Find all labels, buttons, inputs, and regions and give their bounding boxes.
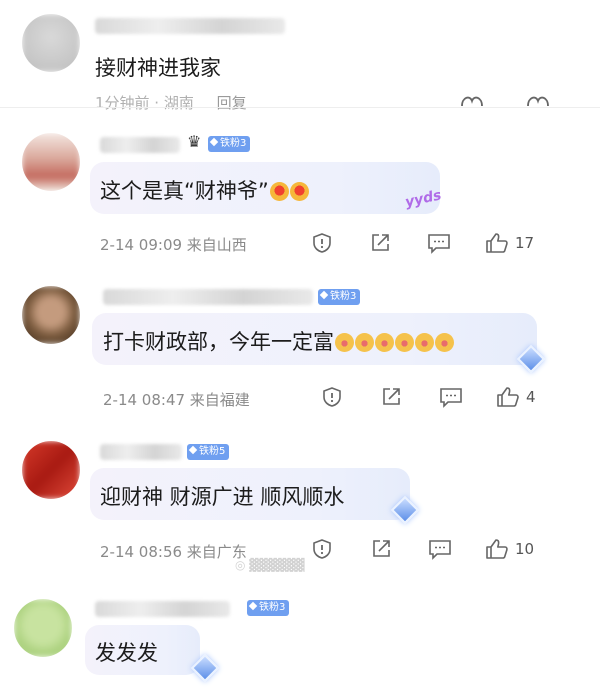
avatar[interactable] (22, 133, 80, 191)
comment-icon[interactable] (428, 538, 452, 560)
comment-item: 铁粉5 迎财神 财源广进 顺风顺水 2-14 08:56 来自广东 ◎ ▓▓▓▓… (0, 425, 600, 585)
rich-emoji (395, 333, 414, 352)
fan-badge[interactable]: 铁粉3 (318, 289, 361, 305)
like-button[interactable]: 4 (496, 386, 536, 408)
heart-icon[interactable] (526, 93, 550, 107)
like-count: 17 (515, 234, 535, 252)
like-button[interactable]: 10 (485, 538, 534, 560)
username[interactable] (103, 289, 313, 305)
share-icon[interactable] (380, 386, 402, 408)
rich-emoji (355, 333, 374, 352)
crown-icon: ♛ (187, 132, 202, 151)
comment-text: 发发发 (95, 641, 158, 665)
username[interactable] (95, 18, 285, 34)
username[interactable] (100, 137, 180, 153)
fan-badge[interactable]: 铁粉3 (208, 136, 251, 152)
avatar[interactable] (22, 286, 80, 344)
like-icon (485, 538, 509, 560)
avatar[interactable] (22, 441, 80, 499)
like-count: 4 (526, 388, 536, 406)
like-icon (485, 232, 509, 254)
report-icon[interactable] (321, 386, 343, 408)
comment-icon[interactable] (439, 386, 463, 408)
comment-meta: 2-14 09:09 来自山西 (100, 236, 247, 254)
comment-meta: 1分钟前 · 湖南 回复 (95, 94, 247, 112)
watermark: ◎ ▓▓▓▓▓▓ (235, 558, 305, 572)
rich-emoji (375, 333, 394, 352)
comment-meta: 2-14 08:47 来自福建 (103, 391, 250, 409)
rich-emoji (435, 333, 454, 352)
share-icon[interactable] (370, 538, 392, 560)
avatar[interactable] (22, 14, 80, 72)
comment-icon[interactable] (427, 232, 451, 254)
like-count: 10 (515, 540, 535, 558)
fan-badge[interactable]: 铁粉3 (247, 600, 290, 616)
report-icon[interactable] (311, 232, 333, 254)
comment-text: 打卡财政部，今年一定富 (103, 326, 454, 356)
username[interactable] (100, 444, 182, 460)
comment-text: 这个是真“财神爷” (100, 175, 309, 205)
comment-item: 铁粉3 发发发 (0, 585, 600, 689)
share-icon[interactable] (369, 232, 391, 254)
report-icon[interactable] (311, 538, 333, 560)
heart-eyes-emoji (269, 182, 289, 201)
rich-emoji (335, 333, 354, 352)
comment-item: ♛ 铁粉3 这个是真“财神爷” yyds 2-14 09:09 来自山西 17 (0, 115, 600, 270)
comment-text: 接财神进我家 (95, 56, 221, 80)
comment-meta: 2-14 08:56 来自广东 (100, 543, 247, 561)
like-icon (496, 386, 520, 408)
heart-eyes-emoji (289, 182, 309, 201)
like-button[interactable]: 17 (485, 232, 534, 254)
divider (0, 107, 600, 108)
heart-icon[interactable] (460, 93, 484, 107)
avatar[interactable] (14, 599, 72, 657)
fan-badge[interactable]: 铁粉5 (187, 444, 230, 460)
rich-emoji (415, 333, 434, 352)
comment-item: 铁粉3 打卡财政部，今年一定富 2-14 08:47 来自福建 4 (0, 270, 600, 420)
comment-item: 接财神进我家 1分钟前 · 湖南 回复 (0, 0, 600, 112)
comment-text: 迎财神 财源广进 顺风顺水 (100, 485, 345, 509)
username[interactable] (95, 601, 230, 617)
reply-link[interactable]: 回复 (217, 94, 247, 112)
